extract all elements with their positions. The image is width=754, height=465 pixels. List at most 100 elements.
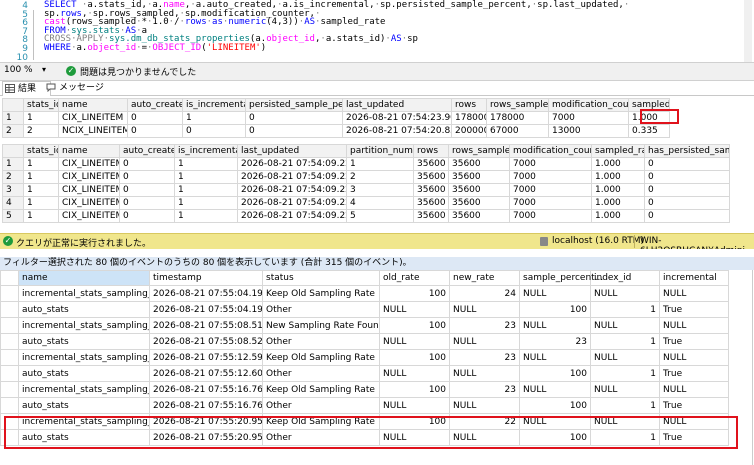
table-cell[interactable]: 2026-08-21 07:54:09.2200000 [237, 183, 347, 197]
event-cell[interactable]: 2026-08-21 07:55:12.5998369 [149, 349, 263, 366]
column-header[interactable]: is_incremental [174, 144, 238, 158]
event-cell[interactable]: True [659, 397, 729, 414]
column-header[interactable]: new_rate [449, 270, 520, 286]
event-cell[interactable]: NULL [519, 317, 591, 334]
event-cell[interactable]: Other [262, 365, 380, 382]
table-cell[interactable]: 0 [644, 196, 730, 210]
event-row[interactable]: incremental_stats_sampling_change2026-08… [0, 349, 729, 366]
event-cell[interactable]: 1 [590, 333, 660, 350]
row-number[interactable]: 2 [2, 170, 24, 184]
event-cell[interactable]: 100 [519, 397, 591, 414]
event-cell[interactable]: NULL [449, 333, 520, 350]
table-cell[interactable]: 2026-08-21 07:54:20.8333333 [342, 124, 452, 138]
table-cell[interactable]: 1.000 [591, 209, 645, 223]
event-cell[interactable]: NULL [379, 333, 450, 350]
event-cell[interactable]: 2026-08-21 07:55:16.7680691 [149, 381, 263, 398]
table-cell[interactable]: 7000 [509, 170, 592, 184]
event-cell[interactable]: 100 [379, 381, 450, 398]
table-cell[interactable]: 35600 [448, 183, 510, 197]
table-cell[interactable]: 0 [119, 209, 175, 223]
partition-stats-results-grid[interactable]: stats_idnameauto_createdis_incrementalla… [2, 144, 730, 223]
table-cell[interactable]: 35600 [413, 196, 449, 210]
event-cell[interactable]: Keep Old Sampling Rate [262, 349, 380, 366]
event-cell[interactable]: New Sampling Rate Found [262, 317, 380, 334]
table-cell[interactable]: 5 [346, 209, 414, 223]
table-cell[interactable]: 35600 [413, 183, 449, 197]
table-cell[interactable]: 35600 [413, 209, 449, 223]
column-header[interactable]: modification_counter [548, 98, 629, 112]
event-cell[interactable]: NULL [659, 349, 729, 366]
row-indicator[interactable] [0, 285, 19, 302]
event-cell[interactable]: NULL [519, 349, 591, 366]
table-cell[interactable]: 1 [174, 183, 238, 197]
event-cell[interactable]: NULL [659, 317, 729, 334]
row-indicator[interactable] [0, 333, 19, 350]
table-cell[interactable]: 3 [346, 183, 414, 197]
table-cell[interactable]: 7000 [509, 183, 592, 197]
event-cell[interactable]: NULL [590, 381, 660, 398]
event-cell[interactable]: NULL [449, 365, 520, 382]
zoom-dropdown-icon[interactable]: ▾ [42, 65, 46, 74]
table-cell[interactable]: 7000 [548, 111, 629, 125]
table-cell[interactable]: 0 [119, 183, 175, 197]
table-cell[interactable]: 35600 [413, 170, 449, 184]
event-cell[interactable]: 100 [379, 349, 450, 366]
table-cell[interactable]: CIX_LINEITEM [58, 111, 128, 125]
table-cell[interactable]: 1.000 [591, 183, 645, 197]
table-cell[interactable]: 67000 [486, 124, 549, 138]
editor-scrollbar[interactable] [744, 0, 752, 62]
event-cell[interactable]: 2026-08-21 07:55:04.1966314 [149, 301, 263, 318]
column-header[interactable]: last_updated [237, 144, 347, 158]
row-indicator[interactable] [0, 397, 19, 414]
column-header[interactable]: status [262, 270, 380, 286]
column-header[interactable] [2, 144, 24, 158]
event-cell[interactable]: incremental_stats_sampling_change [18, 381, 150, 398]
event-cell[interactable]: True [659, 301, 729, 318]
table-row[interactable]: 11CIX_LINEITEM012026-08-21 07:54:09.2200… [2, 157, 730, 171]
table-cell[interactable]: 1 [346, 157, 414, 171]
event-cell[interactable]: Keep Old Sampling Rate [262, 381, 380, 398]
table-row[interactable]: 51CIX_LINEITEM012026-08-21 07:54:09.2200… [2, 209, 730, 223]
event-cell[interactable]: incremental_stats_sampling_change [18, 349, 150, 366]
table-cell[interactable]: 2026-08-21 07:54:09.2200000 [237, 196, 347, 210]
table-cell[interactable]: 35600 [413, 157, 449, 171]
event-cell[interactable]: NULL [379, 365, 450, 382]
row-indicator[interactable] [0, 365, 19, 382]
table-cell[interactable]: 2026-08-21 07:54:09.2200000 [237, 157, 347, 171]
column-header[interactable] [2, 98, 24, 112]
table-cell[interactable]: 1.000 [591, 196, 645, 210]
code-area[interactable]: SELECT ·a.stats_id,·a.name,·a.auto_creat… [44, 0, 754, 62]
table-row[interactable]: 31CIX_LINEITEM012026-08-21 07:54:09.2200… [2, 183, 730, 197]
event-cell[interactable]: 23 [449, 381, 520, 398]
table-cell[interactable]: 0 [119, 196, 175, 210]
column-header[interactable]: persisted_sample_percent [245, 98, 343, 112]
table-cell[interactable]: 2026-08-21 07:54:09.2200000 [237, 209, 347, 223]
table-cell[interactable]: 0 [644, 183, 730, 197]
event-cell[interactable]: 2026-08-21 07:55:04.1949846 [149, 285, 263, 302]
table-cell[interactable]: CIX_LINEITEM [58, 183, 120, 197]
table-cell[interactable]: 0.335 [628, 124, 670, 138]
column-header[interactable]: index_id [590, 270, 660, 286]
table-cell[interactable]: 178000 [451, 111, 487, 125]
column-header[interactable]: partition_number [346, 144, 414, 158]
column-header[interactable]: stats_id [23, 98, 59, 112]
event-cell[interactable]: auto_stats [18, 397, 150, 414]
event-cell[interactable]: 100 [379, 317, 450, 334]
row-indicator[interactable] [0, 301, 19, 318]
column-header[interactable] [0, 270, 19, 286]
event-cell[interactable]: NULL [379, 397, 450, 414]
column-header[interactable]: rows_sampled [448, 144, 510, 158]
column-header[interactable]: has_persisted_sample [644, 144, 730, 158]
table-row[interactable]: 11CIX_LINEITEM0102026-08-21 07:54:23.900… [2, 111, 670, 125]
row-number[interactable]: 1 [2, 111, 24, 125]
table-cell[interactable]: 1 [23, 209, 59, 223]
table-cell[interactable]: 0 [119, 157, 175, 171]
row-number[interactable]: 5 [2, 209, 24, 223]
event-cell[interactable]: NULL [590, 285, 660, 302]
stats-results-grid[interactable]: stats_idnameauto_createdis_incrementalpe… [2, 98, 670, 138]
table-cell[interactable]: CIX_LINEITEM [58, 170, 120, 184]
event-cell[interactable]: 100 [379, 285, 450, 302]
event-cell[interactable]: 2026-08-21 07:55:16.7692881 [149, 397, 263, 414]
event-cell[interactable]: NULL [449, 397, 520, 414]
event-cell[interactable]: NULL [519, 381, 591, 398]
